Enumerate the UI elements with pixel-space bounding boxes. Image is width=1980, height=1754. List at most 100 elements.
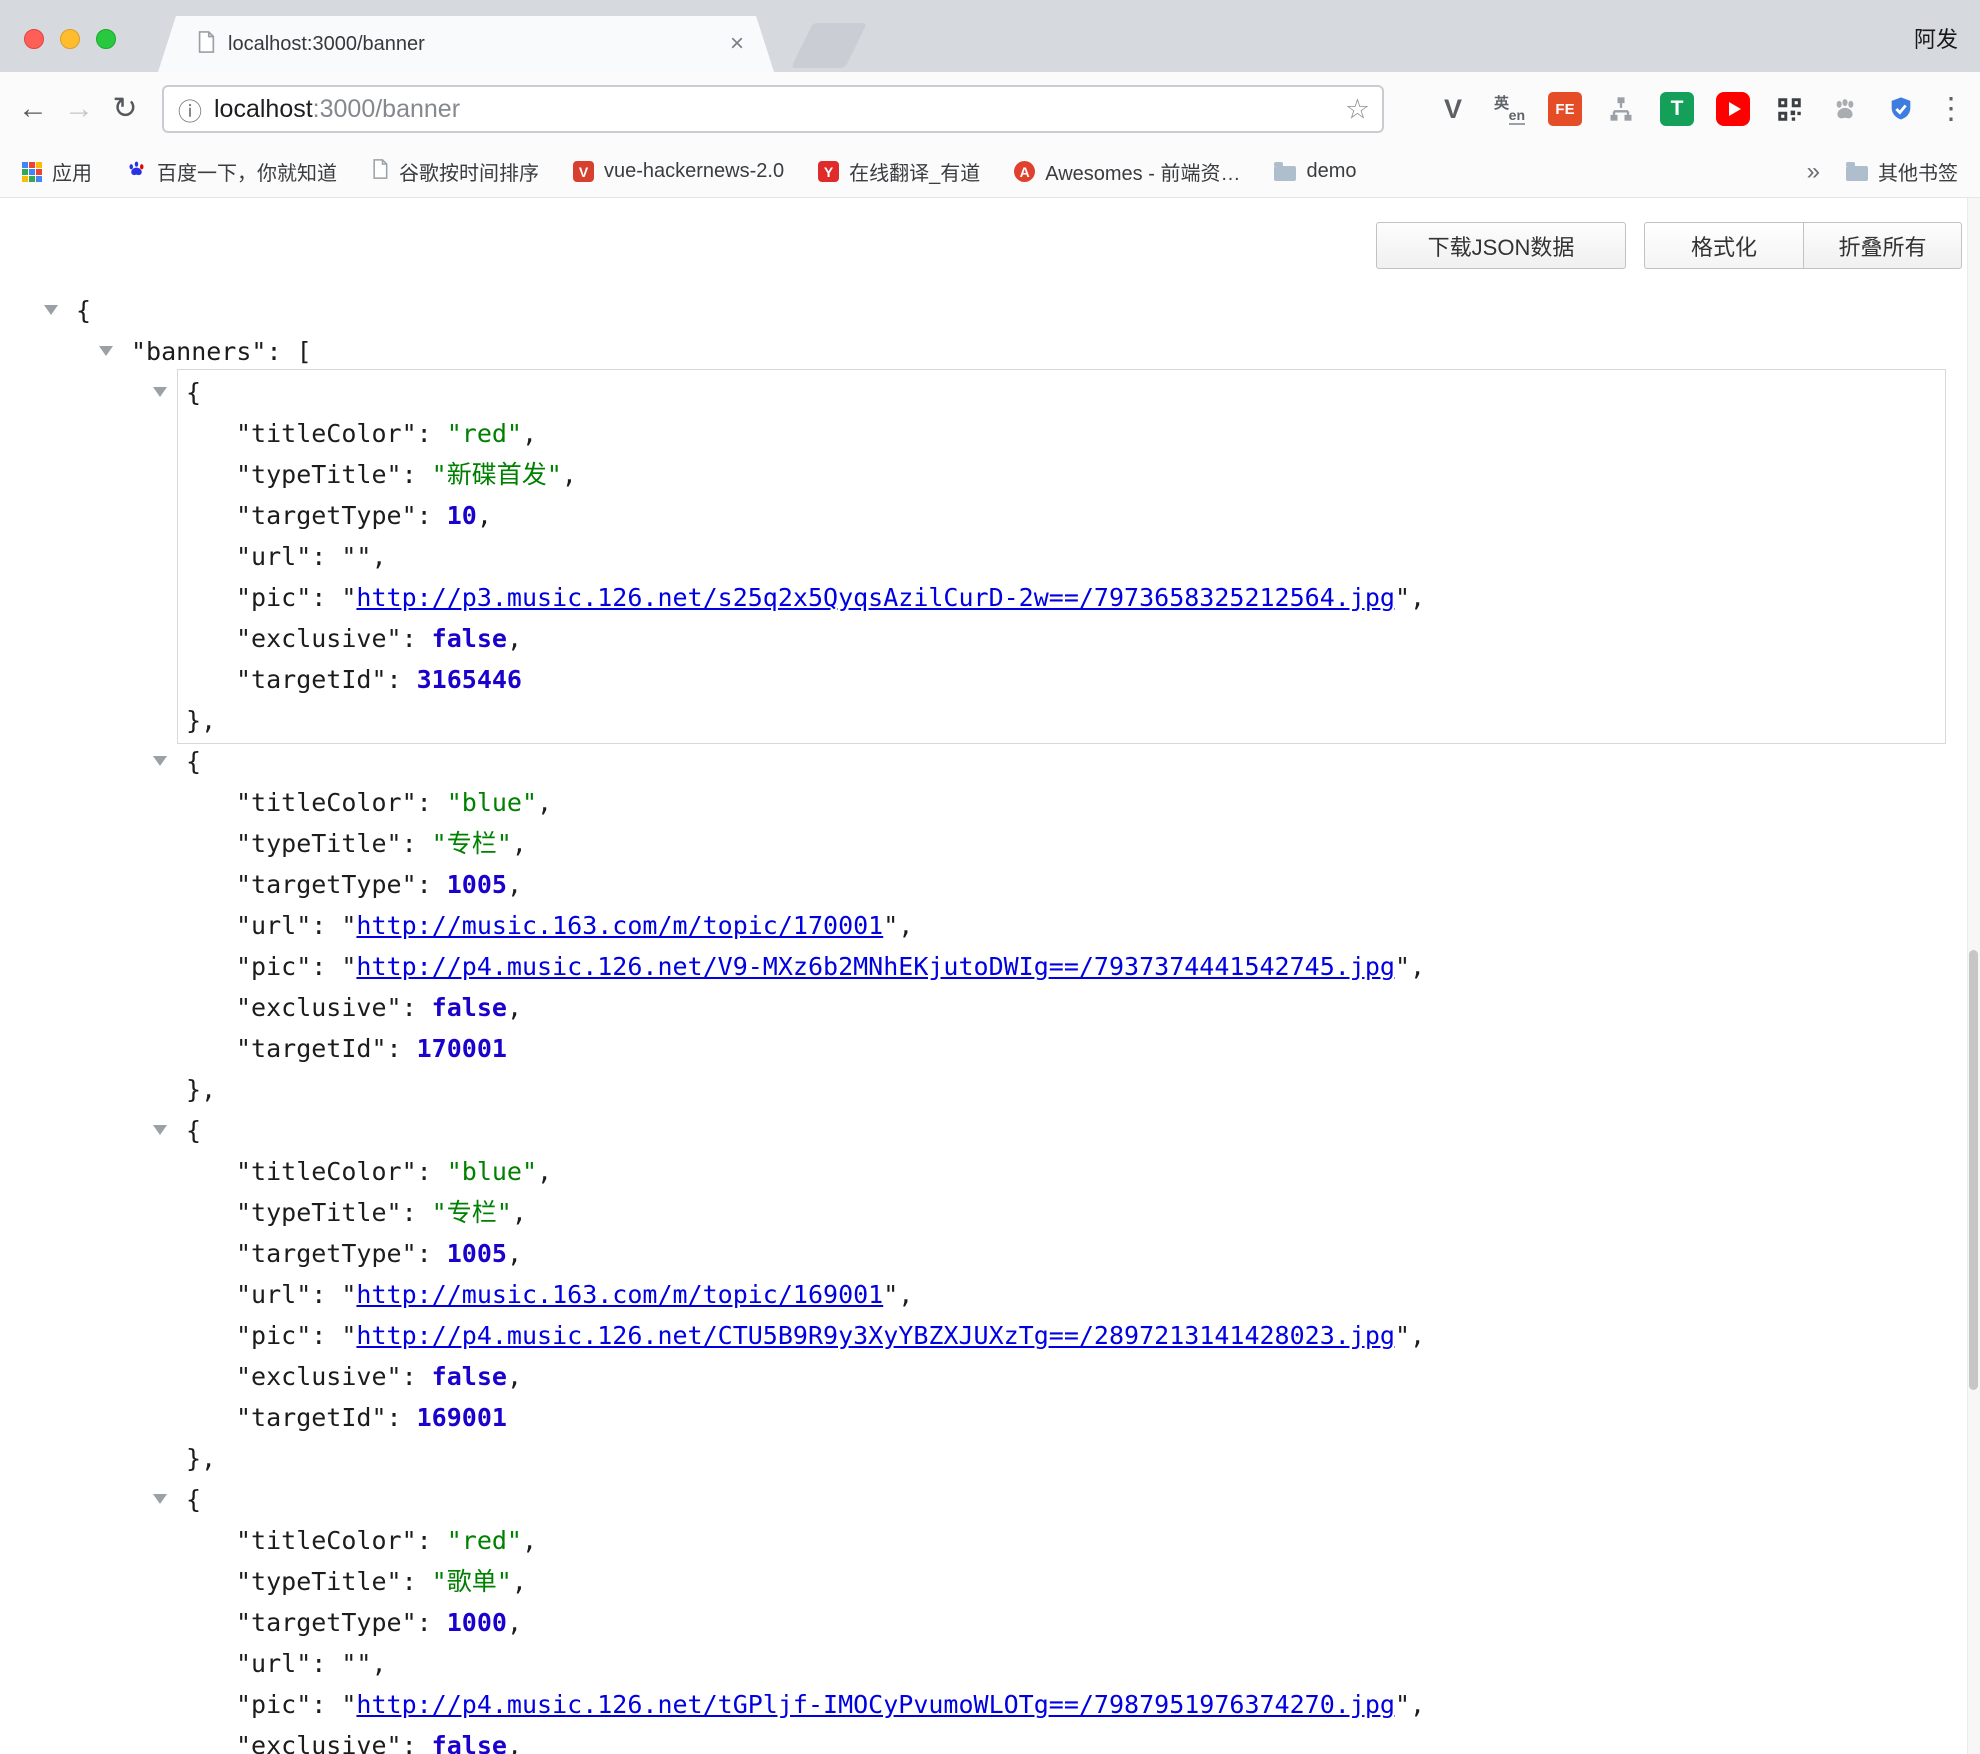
bookmark-awesomes[interactable]: A Awesomes - 前端资… <box>1014 157 1240 186</box>
json-key: "targetId": <box>236 1403 417 1432</box>
json-empty-string: "" <box>341 542 371 571</box>
qrcode-extension-icon[interactable] <box>1772 92 1806 126</box>
json-value-string: "blue" <box>447 788 537 817</box>
json-property: "targetType": 10, <box>0 495 1980 536</box>
json-property: "titleColor": "red", <box>0 1520 1980 1561</box>
collapse-toggle-icon[interactable] <box>153 1125 167 1135</box>
vimium-extension-icon[interactable]: V <box>1436 92 1470 126</box>
json-object-close: }, <box>0 1069 1980 1110</box>
json-key: "typeTitle": <box>236 829 432 858</box>
json-comma: , <box>512 1567 527 1596</box>
address-bar[interactable]: ⓘ localhost:3000/banner ☆ <box>162 85 1384 133</box>
tab-close-icon[interactable]: × <box>730 32 744 56</box>
fehelper-extension-icon[interactable]: FE <box>1548 92 1582 126</box>
json-comma: , <box>507 624 522 653</box>
json-property: "typeTitle": "专栏", <box>0 1192 1980 1233</box>
collapse-toggle-icon[interactable] <box>44 305 58 315</box>
json-url-link[interactable]: http://p4.music.126.net/CTU5B9R9y3XyYBZX… <box>356 1321 1395 1350</box>
new-tab-button[interactable] <box>791 23 867 68</box>
json-key: "url": <box>236 911 341 940</box>
format-toggle-group: 格式化 折叠所有 <box>1644 222 1962 269</box>
json-url-link[interactable]: http://music.163.com/m/topic/170001 <box>356 911 883 940</box>
json-value-string: "歌单" <box>432 1567 512 1596</box>
vue-favicon: V <box>573 161 594 182</box>
collapse-toggle-icon[interactable] <box>153 1494 167 1504</box>
scrollbar-thumb[interactable] <box>1969 950 1978 1390</box>
json-key: "targetId": <box>236 665 417 694</box>
json-comma: , <box>1410 1690 1425 1719</box>
bookmark-star-icon[interactable]: ☆ <box>1345 93 1370 126</box>
json-url-link[interactable]: http://music.163.com/m/topic/169001 <box>356 1280 883 1309</box>
json-quote: " <box>341 911 356 940</box>
json-banners-open: "banners": [ <box>0 331 1980 372</box>
json-property: "targetId": 170001 <box>0 1028 1980 1069</box>
json-value-string: "新碟首发" <box>432 460 562 489</box>
json-property: "titleColor": "red", <box>0 413 1980 454</box>
json-property: "pic": "http://p4.music.126.net/V9-MXz6b… <box>0 946 1980 987</box>
play-icon <box>1729 102 1741 116</box>
bookmark-demo-folder[interactable]: demo <box>1274 160 1356 183</box>
sitemap-extension-icon[interactable] <box>1604 92 1638 126</box>
collapse-toggle-icon[interactable] <box>99 346 113 356</box>
format-button[interactable]: 格式化 <box>1644 222 1803 269</box>
collapse-toggle-icon[interactable] <box>153 387 167 397</box>
bookmark-label: 应用 <box>52 157 92 186</box>
json-property: "typeTitle": "专栏", <box>0 823 1980 864</box>
json-property: "exclusive": false, <box>0 618 1980 659</box>
minimize-window-button[interactable] <box>60 29 80 49</box>
json-key: "typeTitle": <box>236 1198 432 1227</box>
bookmark-apps[interactable]: 应用 <box>22 157 92 186</box>
json-value-string: "专栏" <box>432 829 512 858</box>
json-value-number: 169001 <box>417 1403 507 1432</box>
json-comma: , <box>507 1239 522 1268</box>
profile-name[interactable]: 阿发 <box>1914 22 1958 54</box>
json-url-link[interactable]: http://p4.music.126.net/tGPljf-IMOCyPvum… <box>356 1690 1395 1719</box>
shield-check-extension-icon[interactable] <box>1884 92 1918 126</box>
collapse-toggle-icon[interactable] <box>153 756 167 766</box>
page-info-icon[interactable]: ⓘ <box>178 92 202 127</box>
translate-extension-icon[interactable]: 英 en <box>1492 92 1526 126</box>
json-comma: , <box>507 1731 522 1754</box>
security-extension-icon[interactable]: T <box>1660 92 1694 126</box>
json-key: "pic": <box>236 952 341 981</box>
json-url-link[interactable]: http://p4.music.126.net/V9-MXz6b2MNhEKju… <box>356 952 1395 981</box>
browser-menu-icon[interactable]: ⋮ <box>1936 92 1966 127</box>
extension-icons-row: V 英 en FE T <box>1436 92 1918 126</box>
bookmark-baidu[interactable]: 百度一下，你就知道 <box>126 157 337 186</box>
json-key: "url": <box>236 542 341 571</box>
youtube-extension-icon[interactable] <box>1716 92 1750 126</box>
download-json-button[interactable]: 下载JSON数据 <box>1376 222 1626 269</box>
other-bookmarks-folder[interactable]: 其他书签 <box>1846 157 1958 186</box>
json-property: "targetType": 1005, <box>0 1233 1980 1274</box>
json-key: "targetType": <box>236 1239 447 1268</box>
bookmark-google-sort[interactable]: 谷歌按时间排序 <box>371 157 539 186</box>
folder-icon <box>1846 166 1868 181</box>
json-comma: , <box>522 419 537 448</box>
json-brace: { <box>186 1116 201 1145</box>
json-tree: {"banners": [{"titleColor": "red","typeT… <box>0 290 1980 1754</box>
json-value-boolean: false <box>432 1731 507 1754</box>
reload-icon[interactable]: ↻ <box>102 94 148 124</box>
bookmark-vue-hackernews[interactable]: V vue-hackernews-2.0 <box>573 160 784 183</box>
json-url-link[interactable]: http://p3.music.126.net/s25q2x5QyqsAzilC… <box>356 583 1395 612</box>
collapse-all-button[interactable]: 折叠所有 <box>1803 222 1962 269</box>
json-quote: " <box>341 583 356 612</box>
close-window-button[interactable] <box>24 29 44 49</box>
bookmarks-overflow-icon[interactable]: » <box>1807 158 1820 186</box>
json-quote: " <box>883 1280 898 1309</box>
json-quote: " <box>1395 952 1410 981</box>
json-key: "targetId": <box>236 1034 417 1063</box>
json-key: "targetType": <box>236 1608 447 1637</box>
json-quote: " <box>341 952 356 981</box>
json-comma: , <box>1410 1321 1425 1350</box>
json-value-number: 1005 <box>447 870 507 899</box>
json-comma: , <box>512 829 527 858</box>
browser-tab[interactable]: localhost:3000/banner × <box>158 16 774 72</box>
json-value-number: 10 <box>447 501 477 530</box>
fullscreen-window-button[interactable] <box>96 29 116 49</box>
paw-extension-icon[interactable] <box>1828 92 1862 126</box>
json-object-close-token: }, <box>186 1444 216 1473</box>
bookmark-youdao[interactable]: Y 在线翻译_有道 <box>818 157 980 186</box>
scrollbar-track[interactable] <box>1967 198 1980 1754</box>
back-icon[interactable]: ← <box>10 94 56 124</box>
